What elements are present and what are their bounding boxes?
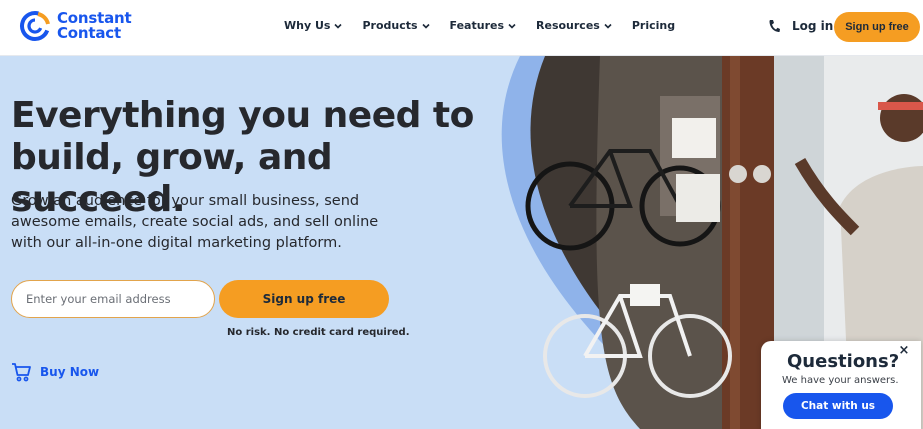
- nav-resources-label: Resources: [536, 19, 600, 32]
- chat-with-us-button[interactable]: Chat with us: [783, 393, 893, 419]
- chevron-down-icon: [604, 23, 612, 29]
- chevron-down-icon: [334, 23, 343, 29]
- nav-resources[interactable]: Resources: [536, 19, 612, 32]
- hero-signup-button[interactable]: Sign up free: [219, 280, 389, 318]
- constant-contact-logo-icon: [20, 11, 50, 41]
- phone-icon[interactable]: [768, 19, 780, 33]
- chat-title: Questions?: [787, 351, 900, 372]
- nav-pricing-label: Pricing: [631, 19, 676, 32]
- chat-subtitle: We have your answers.: [782, 375, 899, 386]
- main-nav: Why Us Products Features Resources Prici…: [284, 19, 695, 32]
- hero-subcopy: Grow an audience for your small business…: [11, 193, 379, 251]
- site-header: Constant Contact Why Us Products Feature…: [0, 0, 923, 56]
- header-signup-button[interactable]: Sign up free: [834, 12, 920, 42]
- nav-why-us[interactable]: Why Us: [284, 19, 343, 32]
- no-risk-note: No risk. No credit card required.: [227, 327, 410, 338]
- login-link[interactable]: Log in: [792, 19, 833, 33]
- nav-features-label: Features: [449, 19, 505, 32]
- buy-now-label: Buy Now: [40, 365, 100, 379]
- brand-name-line2: Contact: [57, 24, 121, 42]
- cart-icon: [12, 363, 31, 382]
- nav-why-us-label: Why Us: [284, 19, 331, 32]
- chat-widget: × Questions? We have your answers. Chat …: [761, 341, 921, 429]
- nav-products-label: Products: [362, 19, 418, 32]
- buy-now-link[interactable]: Buy Now: [11, 362, 99, 382]
- close-icon[interactable]: ×: [898, 344, 910, 357]
- brand-name: Constant Contact: [57, 11, 132, 42]
- chevron-down-icon: [421, 23, 430, 29]
- email-input[interactable]: [11, 280, 215, 318]
- nav-features[interactable]: Features: [450, 19, 516, 32]
- nav-products[interactable]: Products: [362, 19, 430, 32]
- brand-logo[interactable]: Constant Contact: [19, 10, 132, 42]
- nav-pricing[interactable]: Pricing: [632, 19, 675, 32]
- chevron-down-icon: [508, 23, 516, 29]
